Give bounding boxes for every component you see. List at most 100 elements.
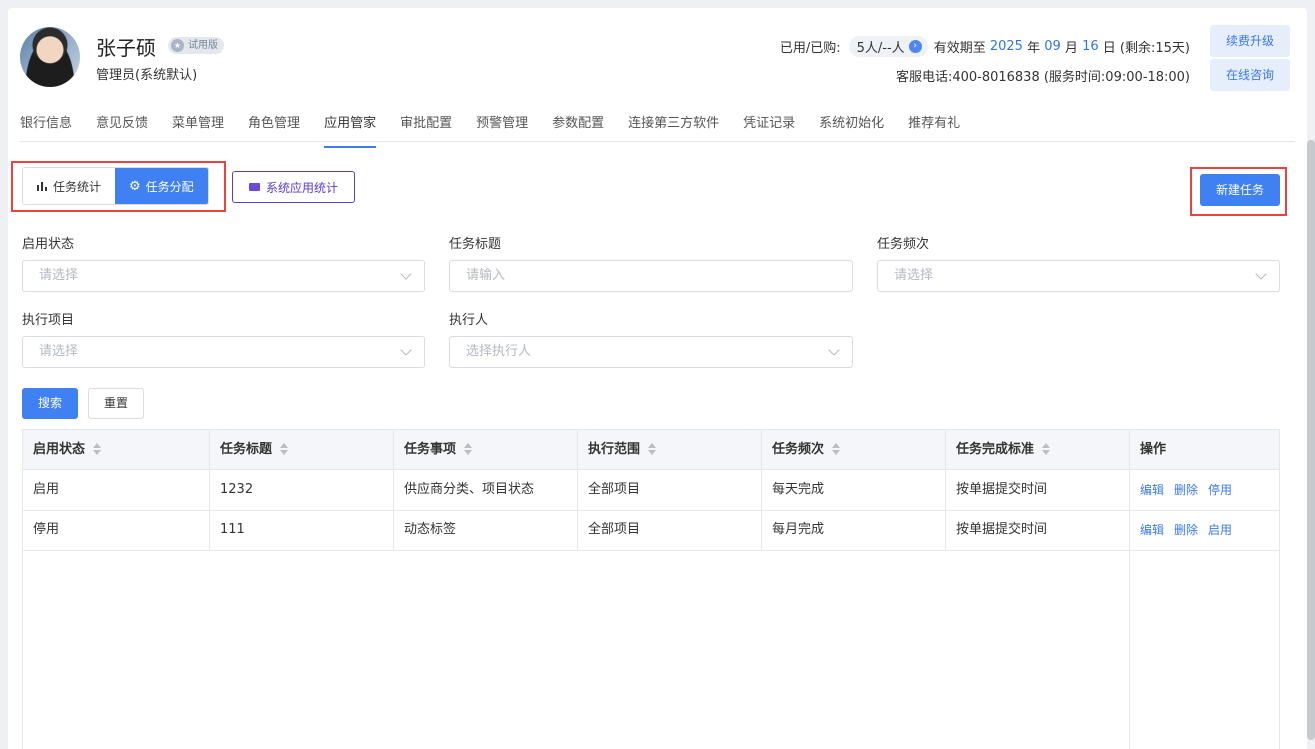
tab-referral[interactable]: 推荐有礼	[908, 114, 960, 142]
bar-chart-icon	[37, 181, 48, 191]
sort-icon[interactable]	[93, 442, 102, 455]
col-header-scope-label: 执行范围	[588, 442, 641, 457]
task-stats-label: 任务统计	[53, 179, 102, 194]
executor-select[interactable]: 选择执行人	[449, 336, 853, 368]
chevron-right-icon: ›	[908, 40, 922, 53]
title-placeholder: 请输入	[466, 268, 506, 283]
col-header-title-label: 任务标题	[220, 442, 273, 457]
trial-badge-label: 试用版	[188, 40, 218, 51]
usage-line: 已用/已购: 5人/--人 › 有效期至 2025 年 09 月 16 日 (剩…	[780, 36, 1190, 57]
sort-icon[interactable]	[464, 442, 473, 455]
trial-badge: ★ 试用版	[168, 37, 224, 54]
col-divider	[761, 430, 762, 550]
col-divider	[945, 430, 946, 550]
avatar[interactable]	[20, 27, 80, 87]
status-select[interactable]: 请选择	[22, 260, 425, 292]
cell-item: 动态标签	[404, 522, 457, 537]
chevron-down-icon	[1255, 268, 1267, 280]
project-placeholder: 请选择	[39, 344, 79, 359]
valid-month: 09	[1044, 39, 1061, 54]
valid-day-unit: 日	[1102, 41, 1116, 56]
consult-button[interactable]: 在线咨询	[1210, 59, 1290, 91]
executor-label: 执行人	[449, 313, 489, 328]
col-header-ops: 操作	[1140, 442, 1167, 457]
col-header-freq[interactable]: 任务频次	[762, 430, 945, 470]
title-input[interactable]: 请输入	[449, 260, 853, 292]
sort-icon[interactable]	[1042, 442, 1051, 455]
user-name: 张子硕	[96, 36, 156, 60]
valid-day: 16	[1082, 39, 1099, 54]
disable-link[interactable]: 停用	[1208, 483, 1232, 497]
page-scrollbar[interactable]	[1307, 140, 1315, 740]
cell-standard: 按单据提交时间	[956, 522, 1048, 537]
project-select[interactable]: 请选择	[22, 336, 425, 368]
col-header-status-label: 启用状态	[33, 442, 86, 457]
tab-bank-info[interactable]: 银行信息	[20, 114, 72, 142]
cell-ops: 编辑 删除 停用	[1130, 470, 1242, 510]
tab-param-config[interactable]: 参数配置	[552, 114, 604, 142]
cell-ops: 编辑 删除 启用	[1130, 510, 1242, 550]
freq-select[interactable]: 请选择	[877, 260, 1280, 292]
task-assign-label: 任务分配	[145, 179, 194, 194]
sort-icon[interactable]	[280, 442, 289, 455]
chevron-down-icon	[828, 344, 840, 356]
cell-freq: 每月完成	[772, 522, 825, 537]
new-task-button[interactable]: 新建任务	[1200, 174, 1280, 206]
freq-label: 任务频次	[877, 237, 930, 252]
freq-placeholder: 请选择	[894, 268, 934, 283]
tab-divider	[20, 141, 1295, 142]
badge-star-icon: ★	[171, 39, 184, 52]
row-divider	[1130, 510, 1280, 511]
task-assign-button[interactable]: ⚙ 任务分配	[115, 168, 208, 204]
status-label: 启用状态	[22, 237, 75, 252]
cell-status: 停用	[33, 522, 60, 537]
col-header-item[interactable]: 任务事项	[394, 430, 577, 470]
col-header-status[interactable]: 启用状态	[23, 430, 209, 470]
col-header-scope[interactable]: 执行范围	[578, 430, 761, 470]
cell-standard: 按单据提交时间	[956, 482, 1048, 497]
search-button[interactable]: 搜索	[22, 388, 78, 419]
cell-status: 启用	[33, 482, 60, 497]
cell-title: 1232	[220, 482, 254, 497]
col-header-title[interactable]: 任务标题	[210, 430, 393, 470]
renew-button[interactable]: 续费升级	[1210, 25, 1290, 57]
system-app-stats-label: 系统应用统计	[266, 180, 339, 195]
usage-pill[interactable]: 5人/--人 ›	[848, 36, 928, 57]
cell-freq: 每天完成	[772, 482, 825, 497]
col-divider	[577, 430, 578, 550]
tab-third-party[interactable]: 连接第三方软件	[628, 114, 719, 142]
task-view-toggle: 任务统计 ⚙ 任务分配	[22, 167, 209, 205]
delete-link[interactable]: 删除	[1174, 483, 1198, 497]
cell-item: 供应商分类、项目状态	[404, 482, 535, 497]
col-header-standard-label: 任务完成标准	[956, 442, 1035, 457]
tab-system-init[interactable]: 系统初始化	[819, 114, 884, 142]
enable-link[interactable]: 启用	[1208, 523, 1232, 537]
main-panel: 张子硕 ★ 试用版 管理员(系统默认) 已用/已购: 5人/--人 › 有效期至…	[8, 8, 1307, 749]
tab-feedback[interactable]: 意见反馈	[96, 114, 148, 142]
sort-icon[interactable]	[832, 442, 841, 455]
edit-link[interactable]: 编辑	[1140, 483, 1164, 497]
delete-link[interactable]: 删除	[1174, 523, 1198, 537]
col-header-freq-label: 任务频次	[772, 442, 825, 457]
system-app-stats-button[interactable]: 系统应用统计	[232, 171, 356, 203]
tab-app-manager[interactable]: 应用管家	[324, 114, 377, 148]
row-divider	[23, 550, 1130, 551]
sort-icon[interactable]	[648, 442, 657, 455]
valid-prefix: 有效期至	[933, 41, 986, 56]
tab-menu-manage[interactable]: 菜单管理	[172, 114, 224, 142]
reset-button[interactable]: 重置	[88, 388, 144, 419]
task-stats-button[interactable]: 任务统计	[23, 168, 116, 204]
tab-role-manage[interactable]: 角色管理	[248, 114, 300, 142]
edit-link[interactable]: 编辑	[1140, 523, 1164, 537]
tab-bar: 银行信息 意见反馈 菜单管理 角色管理 应用管家 审批配置 预警管理 参数配置 …	[20, 114, 984, 148]
col-divider	[393, 430, 394, 550]
tab-alert-manage[interactable]: 预警管理	[476, 114, 528, 142]
usage-label: 已用/已购:	[779, 41, 841, 56]
gear-icon: ⚙	[129, 178, 141, 194]
cell-scope: 全部项目	[588, 522, 641, 537]
valid-year: 2025	[989, 39, 1023, 54]
tab-voucher-records[interactable]: 凭证记录	[743, 114, 795, 142]
col-header-standard[interactable]: 任务完成标准	[946, 430, 1129, 470]
executor-placeholder: 选择执行人	[466, 344, 532, 359]
tab-approval-config[interactable]: 审批配置	[400, 114, 452, 142]
